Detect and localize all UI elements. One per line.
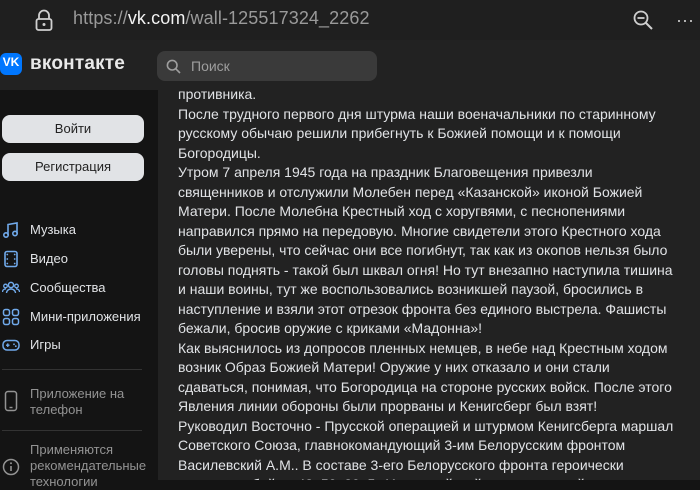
site-header: VK вконтакте bbox=[0, 40, 700, 90]
sidebar-item-mini-apps[interactable]: Мини-приложения bbox=[0, 307, 150, 329]
sidebar-item-label: Мини-приложения bbox=[30, 309, 141, 324]
sidebar-item-music[interactable]: Музыка bbox=[0, 220, 150, 242]
search-box[interactable] bbox=[157, 51, 377, 81]
vk-logo[interactable]: VK bbox=[0, 53, 22, 75]
sidebar-recommendation-info[interactable]: Применяются рекомендательные технологии bbox=[0, 442, 150, 490]
post-paragraph: После трудного первого дня штурма наши в… bbox=[178, 105, 656, 161]
url-scheme: https:// bbox=[73, 8, 128, 28]
post-paragraph: Руководил Восточно - Прусской операцией … bbox=[178, 417, 674, 481]
search-input[interactable] bbox=[191, 56, 361, 76]
post-text: противника. После трудного первого дня ш… bbox=[178, 90, 678, 480]
post-paragraph: противника. bbox=[178, 90, 257, 102]
video-icon bbox=[4, 250, 18, 268]
browser-address-bar: https://vk.com/wall-125517324_2262 ··· bbox=[0, 0, 700, 40]
url-host: vk.com bbox=[127, 8, 186, 28]
communities-icon bbox=[2, 281, 20, 294]
sidebar: Войти Регистрация Музыка Видео Сообществ… bbox=[0, 90, 158, 489]
url-path: /wall-125517324_2262 bbox=[185, 8, 370, 28]
phone-icon bbox=[4, 390, 18, 412]
post-paragraph: Как выяснилось из допросов пленных немце… bbox=[178, 339, 672, 415]
lock-icon[interactable] bbox=[34, 9, 54, 31]
info-icon bbox=[2, 458, 20, 476]
sidebar-item-communities[interactable]: Сообщества bbox=[0, 278, 150, 300]
games-icon bbox=[2, 339, 20, 351]
sidebar-divider bbox=[2, 369, 142, 370]
sidebar-item-label: Видео bbox=[30, 251, 68, 266]
register-button[interactable]: Регистрация bbox=[2, 153, 144, 181]
sidebar-item-games[interactable]: Игры bbox=[0, 335, 150, 357]
sidebar-item-video[interactable]: Видео bbox=[0, 249, 150, 271]
sidebar-item-label: Сообщества bbox=[30, 280, 106, 295]
sidebar-recommendation-label: Применяются рекомендательные технологии bbox=[30, 442, 147, 489]
music-icon bbox=[2, 222, 19, 239]
brand-name[interactable]: вконтакте bbox=[30, 53, 125, 75]
sidebar-item-label: Музыка bbox=[30, 222, 76, 237]
sidebar-app-label: Приложение на телефон bbox=[30, 386, 125, 417]
post-panel: противника. После трудного первого дня ш… bbox=[158, 90, 700, 480]
mini-apps-icon bbox=[2, 308, 20, 326]
vk-logo-mark: VK bbox=[2, 55, 20, 69]
post-paragraph: Утром 7 апреля 1945 года на праздник Бла… bbox=[178, 164, 673, 336]
zoom-out-icon[interactable] bbox=[632, 9, 654, 31]
sidebar-divider bbox=[2, 430, 142, 431]
more-options-icon[interactable]: ··· bbox=[676, 10, 700, 30]
login-button[interactable]: Войти bbox=[2, 115, 144, 143]
address-url[interactable]: https://vk.com/wall-125517324_2262 bbox=[73, 8, 370, 29]
search-icon bbox=[166, 59, 181, 74]
sidebar-item-label: Игры bbox=[30, 337, 61, 352]
sidebar-app-link[interactable]: Приложение на телефон bbox=[0, 386, 150, 420]
